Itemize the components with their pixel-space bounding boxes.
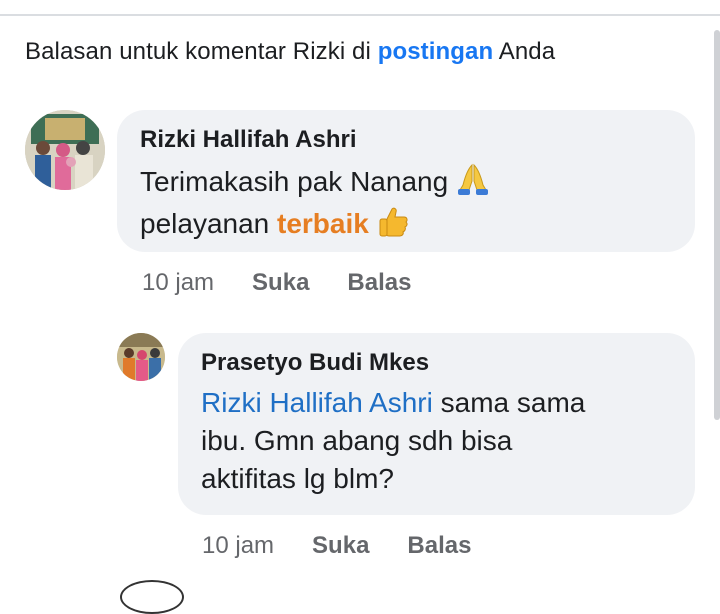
comment-text: Rizki Hallifah Ashri sama sama ibu. Gmn …	[201, 384, 585, 498]
comment-line-text: pelayanan	[140, 208, 278, 239]
scrollbar[interactable]	[714, 30, 720, 420]
comment-author[interactable]: Prasetyo Budi Mkes	[201, 349, 429, 377]
comment-actions: 10 jam Suka Balas	[202, 532, 509, 560]
comment-line: Terimakasih pak Nanang	[140, 163, 490, 205]
thumbs-up-icon	[377, 205, 409, 247]
comment-line: pelayanan terbaik	[140, 205, 490, 247]
next-comment-avatar	[120, 580, 184, 614]
comment-line-text: Terimakasih pak Nanang	[140, 166, 449, 197]
comment-line: aktifitas lg blm?	[201, 463, 394, 494]
comment-time: 10 jam	[142, 269, 215, 296]
reply-button[interactable]: Balas	[347, 269, 411, 296]
comment-author[interactable]: Rizki Hallifah Ashri	[140, 126, 357, 154]
post-link[interactable]: postingan	[378, 38, 494, 65]
reply-context-header: Balasan untuk komentar Rizki di postinga…	[25, 38, 555, 66]
comment-line: Rizki Hallifah Ashri sama sama	[201, 384, 585, 422]
header-suffix: Anda	[493, 38, 556, 65]
like-button[interactable]: Suka	[312, 532, 369, 559]
header-prefix: Balasan untuk komentar Rizki di	[25, 38, 378, 65]
avatar[interactable]	[25, 110, 105, 190]
mention-link[interactable]: Rizki Hallifah Ashri	[201, 387, 433, 418]
comment-line: ibu. Gmn abang sdh bisa	[201, 425, 513, 456]
reply-button[interactable]: Balas	[407, 532, 471, 559]
folded-hands-icon	[456, 163, 490, 205]
comment-text: Terimakasih pak Nanang pelayanan terbaik	[140, 163, 490, 247]
comment-line-text: sama sama	[432, 387, 586, 418]
avatar[interactable]	[117, 333, 165, 381]
top-divider	[0, 14, 720, 16]
like-button[interactable]: Suka	[252, 269, 309, 296]
comment-time: 10 jam	[202, 532, 275, 559]
highlighted-word: terbaik	[277, 208, 369, 239]
comment-actions: 10 jam Suka Balas	[142, 269, 449, 297]
